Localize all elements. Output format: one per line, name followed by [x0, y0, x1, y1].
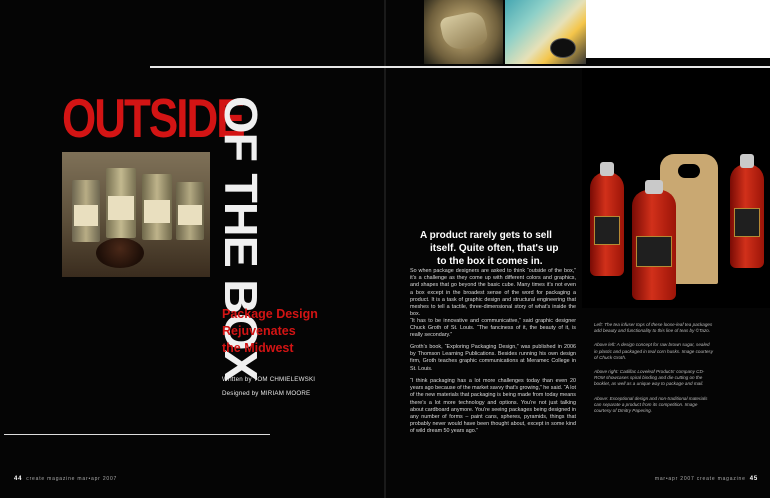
cd-disc-shape	[550, 38, 576, 58]
juice-bottle	[730, 154, 764, 268]
left-folio: 44 create magazine mar•apr 2007	[14, 476, 117, 482]
tea-tin	[72, 180, 100, 242]
tea-tin	[176, 182, 204, 240]
caption: Left: The tea infuser tops of these loos…	[594, 322, 713, 334]
writer-credit: Written by TOM CHMIELEWSKI	[222, 376, 316, 383]
designer-credit: Designed by MIRIAM MOORE	[222, 390, 311, 397]
tomato-juice-photo	[582, 68, 770, 308]
magazine-spread: OUTSIDE OF THE BOX Package Design Rejuve…	[0, 0, 770, 498]
body-paragraph: Groth’s book, “Exploring Packaging Desig…	[410, 344, 576, 372]
subhead: Package Design Rejuvenates the Midwest	[222, 306, 318, 357]
subhead-line: the Midwest	[222, 341, 294, 355]
left-folio-text: create magazine mar•apr 2007	[26, 476, 118, 482]
subhead-line: Package Design	[222, 307, 318, 321]
caption: Above left: A design concept for raw bro…	[594, 342, 713, 360]
body-paragraph: “I think packaging has a lot more challe…	[410, 378, 576, 435]
cd-package-photo	[505, 0, 586, 64]
caption: Above right: Cadillac Loveleaf Products’…	[594, 369, 705, 387]
juice-bottle	[590, 162, 624, 276]
right-folio: mar•apr 2007 create magazine 45	[655, 476, 758, 482]
deck-line: A product rarely gets to sell	[420, 230, 552, 241]
tea-bowl	[96, 238, 144, 268]
tea-tin	[106, 168, 136, 238]
body-paragraph: “It has to be innovative and communicati…	[410, 318, 576, 339]
bottom-left-rule	[4, 434, 270, 435]
page-gutter	[384, 0, 386, 498]
headline-vertical-wrap: OF THE BOX	[215, 96, 267, 381]
deck: A product rarely gets to sell itself. Qu…	[420, 229, 590, 268]
deck-line: to the box it comes in.	[437, 256, 543, 267]
deck-line: itself. Quite often, that's up	[430, 243, 559, 254]
caption: Above: Exceptional design and non-tradit…	[594, 395, 708, 414]
sugar-package-photo	[424, 0, 503, 64]
juice-bottle	[632, 180, 676, 300]
tea-tin	[142, 174, 172, 240]
right-folio-text: mar•apr 2007 create magazine	[654, 476, 746, 482]
photo-captions: Left: The tea infuser tops of these loos…	[594, 322, 714, 422]
subhead-line: Rejuvenates	[222, 324, 296, 338]
left-page-number: 44	[14, 476, 23, 482]
tea-tins-photo	[62, 152, 210, 277]
right-page-number: 45	[749, 476, 758, 482]
body-paragraph: So when package designers are asked to t…	[410, 268, 576, 318]
top-white-panel	[586, 0, 770, 58]
husk-bag-shape	[438, 9, 490, 53]
